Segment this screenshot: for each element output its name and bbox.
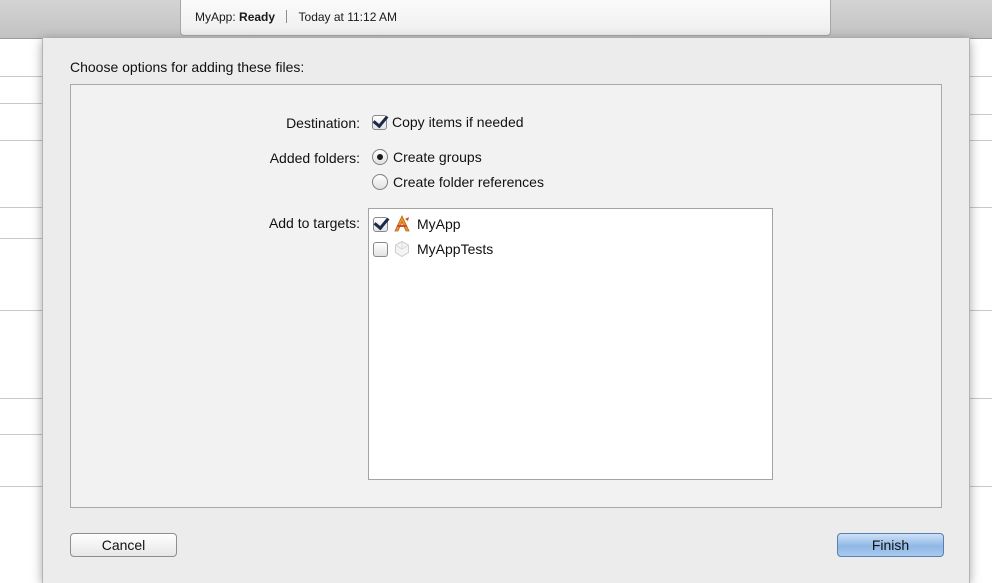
create-folder-references-label: Create folder references: [393, 174, 544, 190]
editor-row-line: [970, 114, 992, 115]
copy-items-label: Copy items if needed: [392, 114, 524, 130]
editor-row-line: [0, 398, 42, 399]
myapp-target-checkbox[interactable]: [373, 216, 388, 232]
editor-row-line: [970, 486, 992, 487]
copy-items-option[interactable]: Copy items if needed: [372, 114, 524, 130]
xcode-window: MyApp: Ready Today at 11:12 AM Choose op…: [0, 0, 992, 583]
finish-button[interactable]: Finish: [837, 533, 944, 557]
target-row-myapptests[interactable]: MyAppTests: [373, 240, 493, 258]
editor-row-line: [0, 207, 42, 208]
added-folders-label: Added folders:: [269, 150, 360, 166]
editor-row-line: [0, 238, 42, 239]
editor-row-line: [0, 310, 42, 311]
myapptests-target-name: MyAppTests: [417, 241, 494, 257]
editor-row-line: [0, 434, 42, 435]
activity-status: Ready: [239, 10, 276, 24]
options-panel: Destination: Copy items if needed Added …: [70, 84, 942, 508]
editor-row-line: [970, 398, 992, 399]
activity-timestamp: Today at 11:12 AM: [298, 10, 398, 24]
editor-row-line: [970, 207, 992, 208]
destination-label: Destination:: [286, 115, 360, 131]
create-folder-references-option[interactable]: Create folder references: [372, 174, 544, 190]
editor-row-line: [0, 140, 42, 141]
targets-list[interactable]: MyApp MyAppTests: [368, 208, 773, 480]
create-groups-option[interactable]: Create groups: [372, 149, 482, 165]
activity-separator: [286, 10, 288, 23]
target-row-myapp[interactable]: MyApp: [373, 215, 461, 233]
editor-row-line: [0, 76, 42, 77]
sheet-title: Choose options for adding these files:: [70, 59, 305, 75]
create-groups-label: Create groups: [393, 149, 482, 165]
editor-row-line: [0, 486, 42, 487]
add-to-targets-label: Add to targets:: [268, 215, 360, 231]
activity-view: MyApp: Ready Today at 11:12 AM: [180, 0, 831, 36]
editor-row-line: [970, 140, 992, 141]
add-files-sheet: Choose options for adding these files: D…: [42, 38, 970, 583]
myapptests-target-checkbox[interactable]: [373, 241, 388, 257]
editor-row-line: [970, 76, 992, 77]
app-target-icon: [394, 215, 410, 232]
myapp-target-name: MyApp: [417, 216, 461, 232]
create-groups-radio[interactable]: [372, 149, 388, 165]
test-target-icon: [395, 240, 409, 258]
create-folder-references-radio[interactable]: [372, 174, 388, 190]
editor-row-line: [0, 103, 42, 104]
activity-app-name: MyApp:: [195, 10, 236, 24]
cancel-button[interactable]: Cancel: [70, 533, 177, 557]
editor-row-line: [970, 310, 992, 311]
copy-items-checkbox[interactable]: [372, 114, 387, 130]
